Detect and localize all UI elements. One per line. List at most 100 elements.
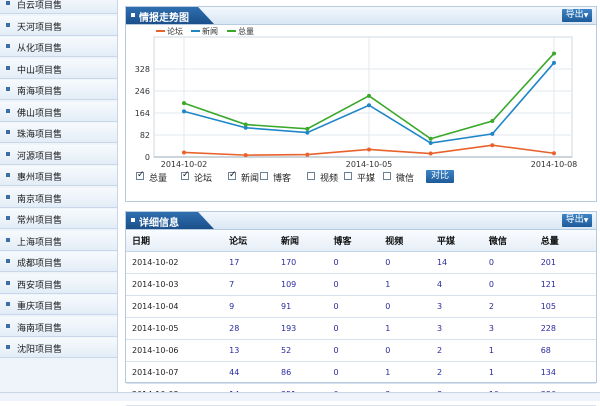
export-label: 导出 [565,10,584,20]
sidebar-item[interactable]: 重庆项目售 [0,295,117,315]
sidebar-item-label: 沈阳项目售 [17,345,63,355]
caret-down-icon: ▼ [583,217,589,224]
value-cell: 1 [379,317,431,340]
data-point [428,136,433,141]
checkbox-empty-icon [307,172,315,180]
value-cell: 0 [379,251,431,274]
value-cell: 0 [379,339,431,362]
compare-button[interactable]: 对比 [426,170,454,183]
caret-down-icon: ▼ [583,12,589,19]
value-cell: 3 [430,317,483,340]
sidebar-item[interactable]: 中山项目售 [0,58,117,79]
data-point [552,60,556,65]
detail-panel-header: 详细信息 导出▼ [126,212,596,230]
trend-panel-header: 情报走势图 导出▼ [126,7,596,25]
data-point [305,152,310,157]
value-cell: 193 [275,317,328,340]
square-bullet-icon [6,130,10,134]
sidebar-item-label: 珠海项目售 [17,130,63,140]
legend-label: 新闻 [202,26,218,36]
trend-export-button[interactable]: 导出▼ [562,9,592,22]
date-cell: 2014-10-05 [126,317,224,340]
value-cell: 2 [430,361,483,384]
sidebar-item[interactable]: 从化项目售 [0,37,117,57]
checkbox-empty-icon [344,172,352,180]
column-header[interactable]: 总量 [534,230,596,252]
value-cell: 3 [482,317,535,340]
plot-area [153,36,573,158]
sidebar-item[interactable]: 南京项目售 [0,187,117,208]
trend-panel: 情报走势图 导出▼ 0 82 164 246 328 2014-10-02 2014-10-… [125,6,597,202]
column-header[interactable]: 微信 [482,230,535,252]
sidebar-item[interactable]: 天河项目售 [0,15,117,36]
export-label: 导出 [565,215,584,225]
value-cell: 2 [482,295,535,318]
sidebar-item-label: 上海项目售 [17,237,63,248]
data-point [367,103,371,108]
data-point [367,147,371,152]
value-cell: 105 [534,295,596,318]
sidebar-item-label: 佛山项目售 [17,108,63,119]
y-tick-label: 246 [135,87,150,96]
series-checkbox-label: 视频 [320,174,339,184]
sidebar-item[interactable]: 沈阳项目售 [0,338,117,358]
value-cell: 17 [223,251,275,274]
square-bullet-icon [6,345,10,349]
column-header[interactable]: 博客 [327,230,380,252]
table-header-row: 日期 论坛 新闻 博客 视频 平媒 微信 总量 [126,230,596,252]
detail-export-button[interactable]: 导出▼ [562,214,592,227]
date-cell: 2014-10-03 [126,273,224,296]
checkbox-empty-icon [383,172,391,180]
detail-panel: 详细信息 导出▼ 日期 论坛 新闻 博客 视频 平媒 微信 总量 2014-10-02 17 17… [125,211,597,406]
checkbox-empty-icon [260,172,268,180]
value-cell: 0 [379,295,431,318]
sidebar-item[interactable]: 常州项目售 [0,209,117,229]
sidebar-item[interactable]: 惠州项目售 [0,166,117,186]
column-header[interactable]: 日期 [126,230,224,252]
data-point [305,126,310,131]
value-cell: 52 [275,339,328,362]
data-point [182,150,186,155]
column-header[interactable]: 论坛 [223,230,275,252]
y-tick-label: 0 [145,153,150,162]
data-point [552,51,556,56]
sidebar-item[interactable]: 河源项目售 [0,144,117,165]
y-tick-label: 164 [135,109,150,118]
square-bullet-icon [6,216,10,220]
date-cell: 2014-10-06 [126,339,224,362]
sidebar-item[interactable]: 南海项目售 [0,80,117,100]
y-tick-label: 82 [140,131,150,140]
value-cell: 0 [327,317,380,340]
value-cell: 9 [223,295,275,318]
sidebar-item[interactable]: 成都项目售 [0,252,117,272]
x-tick-label: 2014-10-05 [346,160,393,169]
sidebar-item[interactable]: 佛山项目售 [0,101,117,122]
value-cell: 0 [327,295,380,318]
sidebar-item[interactable]: 海南项目售 [0,316,117,337]
legend-label: 论坛 [167,26,183,36]
sidebar-item-label: 成都项目售 [17,259,63,269]
sidebar-item[interactable]: 上海项目售 [0,230,117,251]
checkbox-checked-icon [136,170,145,180]
data-point [490,143,495,148]
value-cell: 0 [327,251,380,274]
value-cell: 7 [223,273,275,296]
value-cell: 134 [534,361,596,384]
sidebar-item[interactable]: 白云项目售 [0,0,117,14]
value-cell: 3 [430,295,483,318]
square-bullet-icon [6,280,10,285]
data-point [243,122,248,127]
trend-panel-tab: 情报走势图 [126,7,214,24]
column-header[interactable]: 视频 [379,230,431,252]
sidebar-item[interactable]: 西安项目售 [0,273,117,294]
series-checkbox-label: 新闻 [241,174,260,184]
square-bullet-icon [6,44,10,48]
data-point [182,101,186,106]
column-header[interactable]: 新闻 [275,230,328,252]
detail-table: 日期 论坛 新闻 博客 视频 平媒 微信 总量 2014-10-02 17 170 0 0 14 0 201… [126,230,596,406]
column-header[interactable]: 平媒 [430,230,483,252]
sidebar-item[interactable]: 珠海项目售 [0,123,117,143]
square-bullet-icon [6,259,10,263]
y-tick-label: 328 [135,65,150,74]
table-row: 2014-10-05 28 193 0 1 3 3 228 [126,317,596,340]
